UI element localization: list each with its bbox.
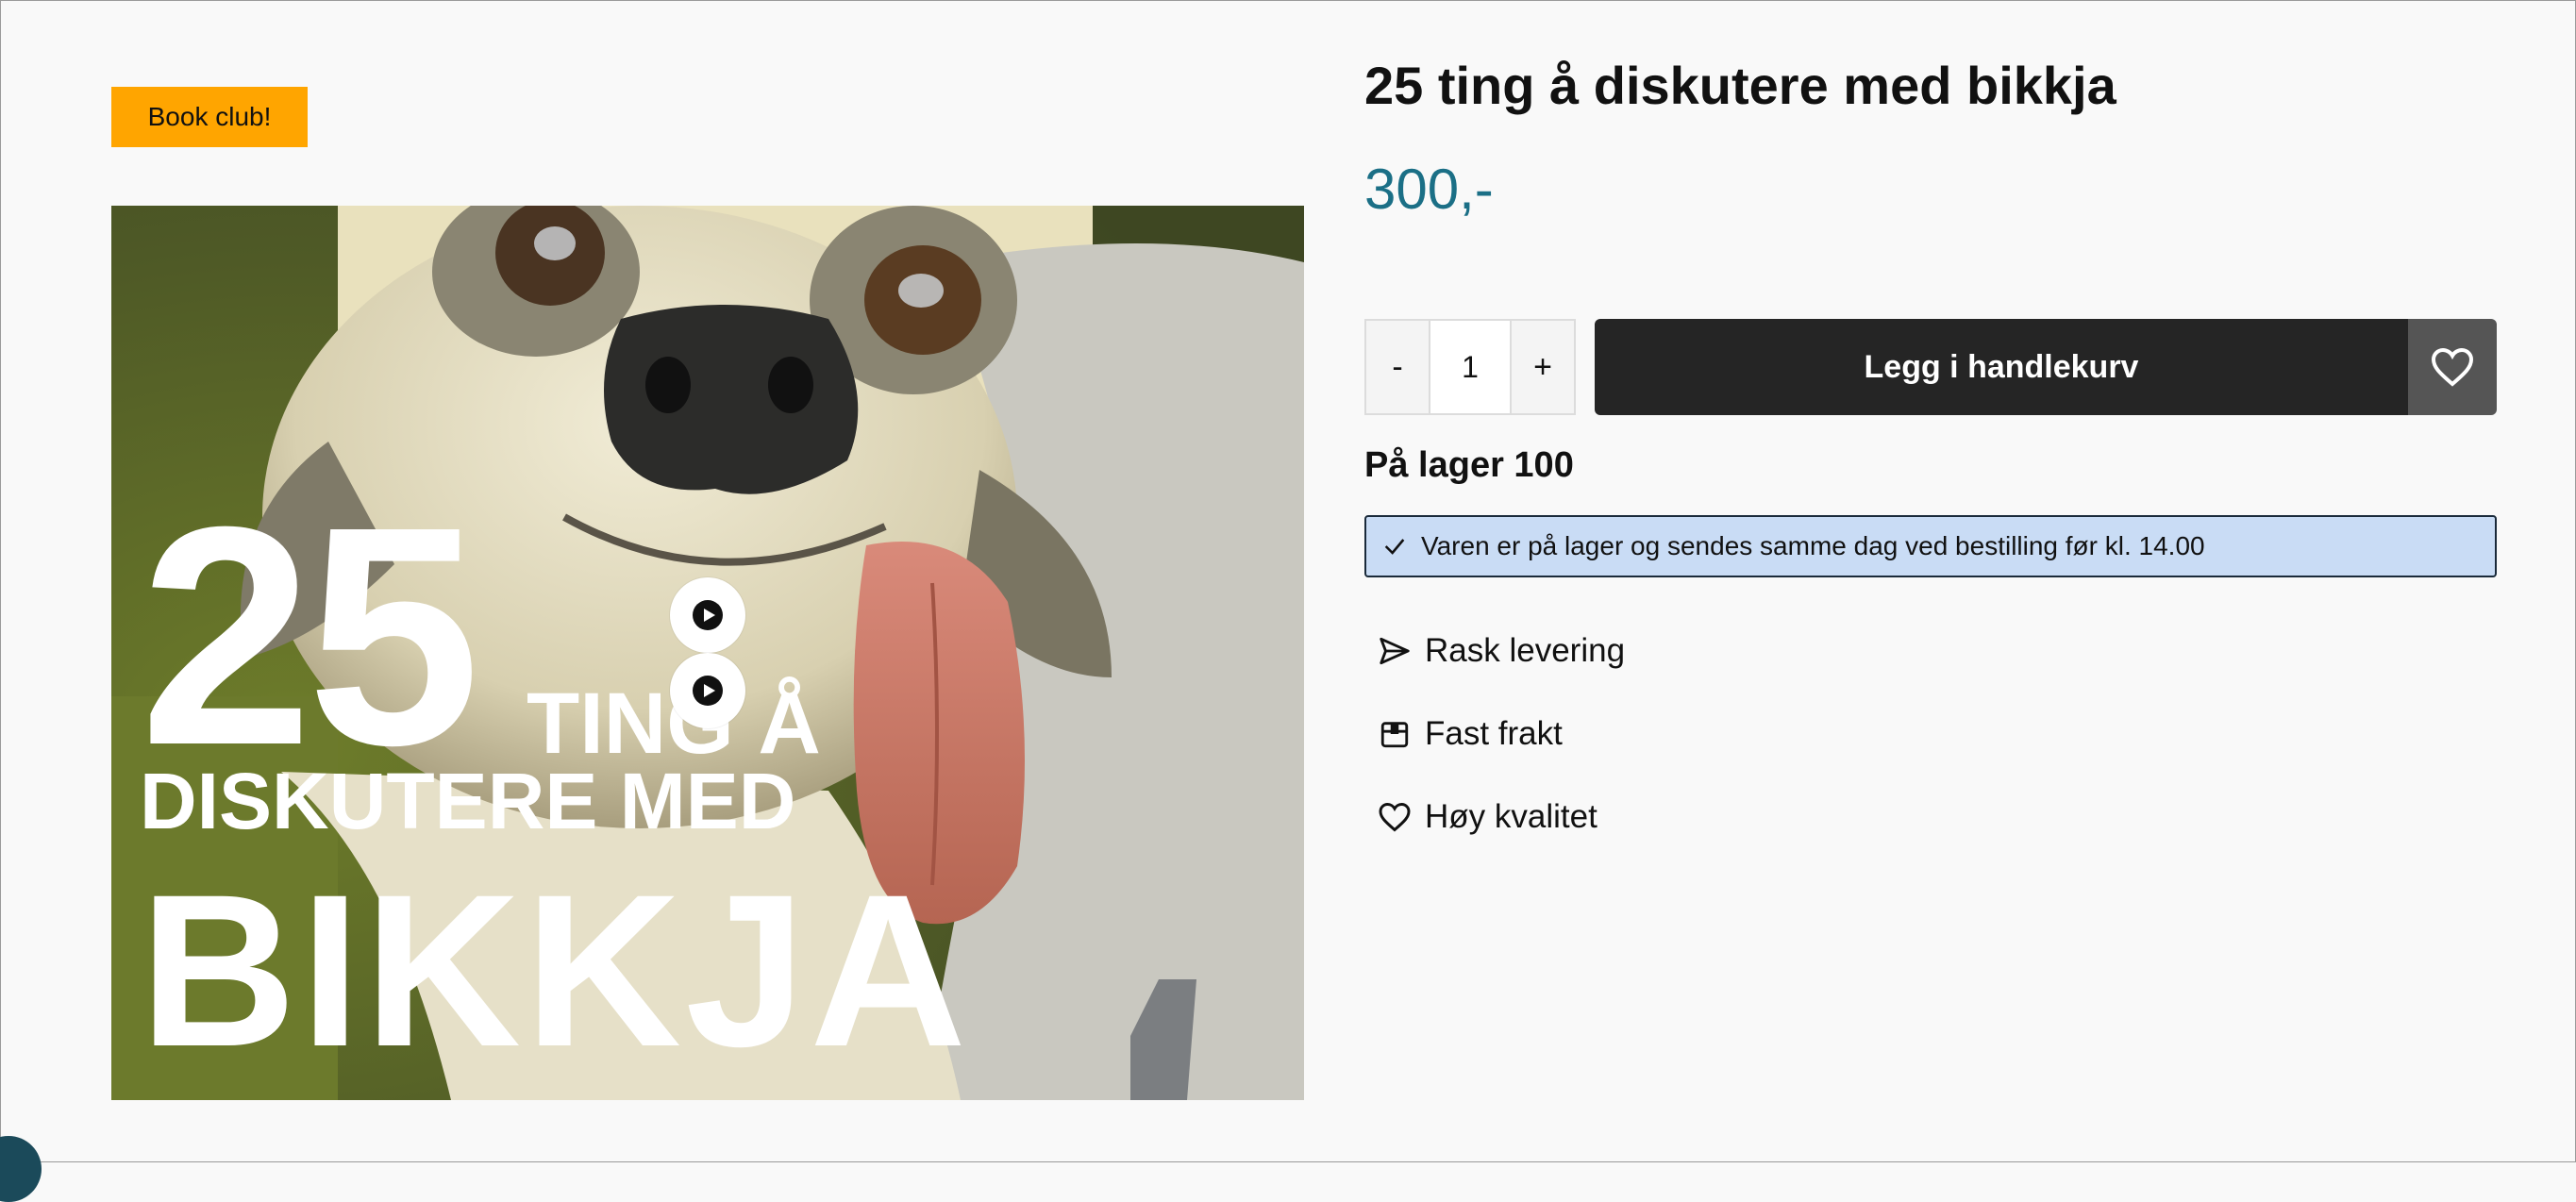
feature-label: Høy kvalitet	[1425, 798, 1597, 835]
wishlist-button[interactable]	[2408, 319, 2497, 415]
send-icon	[1376, 632, 1413, 670]
add-to-cart-button[interactable]: Legg i handlekurv	[1595, 319, 2408, 415]
quantity-increase-button[interactable]: +	[1512, 321, 1574, 413]
video-play-button-2[interactable]	[670, 653, 745, 728]
feature-fixed-shipping: Fast frakt	[1376, 715, 1563, 753]
feature-fast-delivery: Rask levering	[1376, 632, 1625, 670]
video-play-button[interactable]	[670, 577, 745, 653]
quantity-stepper: - 1 +	[1364, 319, 1576, 415]
heart-icon	[2431, 347, 2474, 387]
product-price: 300,-	[1364, 158, 1494, 221]
box-icon	[1376, 715, 1413, 753]
book-club-badge: Book club!	[111, 87, 308, 147]
product-title: 25 ting å diskutere med bikkja	[1364, 56, 2116, 115]
product-image[interactable]: 25 TING Å DISKUTERE MED BIKKJA	[111, 206, 1304, 1100]
stock-status: På lager 100	[1364, 445, 1574, 485]
quantity-decrease-button[interactable]: -	[1366, 321, 1429, 413]
chat-widget-button[interactable]	[0, 1136, 42, 1202]
feature-label: Rask levering	[1425, 632, 1626, 669]
stock-notice: Varen er på lager og sendes samme dag ve…	[1364, 515, 2497, 577]
heart-icon	[1376, 798, 1413, 836]
quantity-input[interactable]: 1	[1429, 321, 1512, 413]
feature-high-quality: Høy kvalitet	[1376, 798, 1597, 836]
stock-notice-text: Varen er på lager og sendes samme dag ve…	[1421, 531, 2205, 560]
check-icon	[1381, 533, 1408, 559]
svg-text:DISKUTERE MED: DISKUTERE MED	[140, 757, 795, 845]
svg-text:BIKKJA: BIKKJA	[140, 849, 970, 1092]
feature-label: Fast frakt	[1425, 715, 1563, 752]
